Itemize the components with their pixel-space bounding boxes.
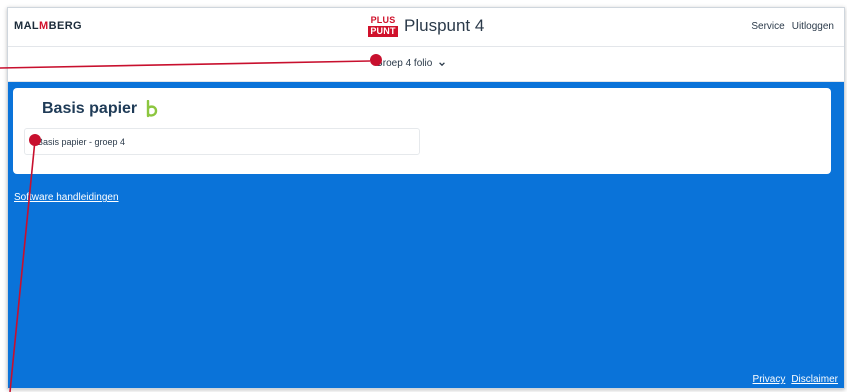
- software-manuals-link[interactable]: Software handleidingen: [14, 192, 119, 203]
- pluspunt-logo: PLUS PUNT: [368, 14, 398, 38]
- top-nav: Service Uitloggen: [751, 21, 834, 32]
- card-item-label: Basis papier - groep 4: [37, 136, 126, 147]
- disclaimer-link[interactable]: Disclaimer: [791, 374, 838, 385]
- card-item-basis-papier-groep-4[interactable]: Basis papier - groep 4: [24, 128, 420, 155]
- malmberg-logo[interactable]: MALMBERG: [14, 20, 82, 32]
- brand-m: M: [39, 20, 49, 32]
- method-card: Basis papier Basis papier - groep 4: [13, 88, 831, 174]
- chevron-down-icon: [439, 61, 446, 66]
- card-title: Basis papier: [42, 100, 159, 118]
- top-bar: MALMBERG PLUS PUNT Pluspunt 4 Service Ui…: [8, 8, 844, 47]
- pluspunt-logo-top: PLUS: [370, 14, 396, 25]
- group-select-dropdown[interactable]: Groep 4 folio: [375, 58, 446, 69]
- brand-prefix: MAL: [14, 20, 40, 32]
- group-bar: Groep 4 folio: [8, 47, 844, 82]
- main-content: Basis papier Basis papier - groep 4 Soft…: [8, 82, 844, 388]
- group-select-value: Groep 4 folio: [375, 58, 433, 69]
- card-title-text: Basis papier: [42, 100, 138, 117]
- brand-suffix: BERG: [48, 20, 82, 32]
- product-title: Pluspunt 4: [404, 16, 485, 35]
- privacy-link[interactable]: Privacy: [753, 374, 786, 385]
- service-link[interactable]: Service: [751, 21, 784, 32]
- logout-link[interactable]: Uitloggen: [792, 21, 834, 32]
- footer-links: Privacy Disclaimer: [753, 374, 838, 385]
- app-window: MALMBERG PLUS PUNT Pluspunt 4 Service Ui…: [7, 7, 845, 389]
- b-logo-icon: [146, 100, 158, 118]
- product-header: PLUS PUNT Pluspunt 4: [368, 12, 485, 40]
- pluspunt-logo-bottom: PUNT: [368, 25, 398, 37]
